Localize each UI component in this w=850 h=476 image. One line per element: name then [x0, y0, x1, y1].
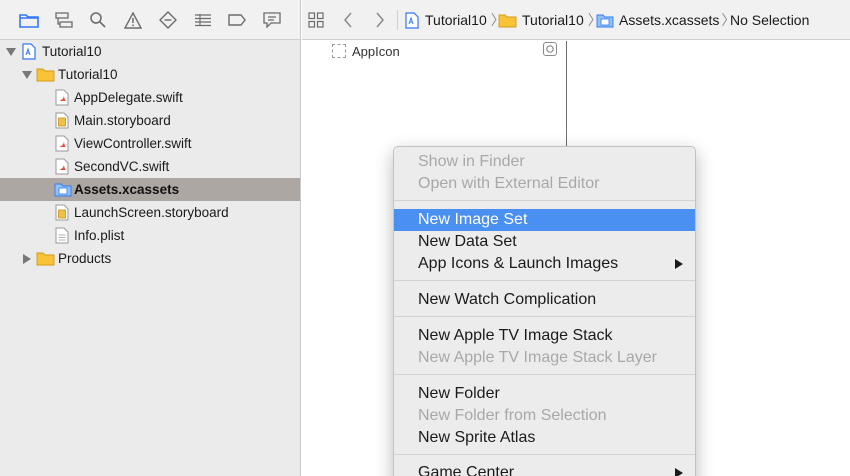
breadcrumb-label: Assets.xcassets — [619, 12, 720, 28]
app-icon-placeholder-icon — [332, 44, 346, 58]
tree-row-file[interactable]: SecondVC.swift — [0, 155, 300, 178]
breadcrumb-label: No Selection — [730, 12, 810, 28]
menu-item-new-apple-tv-image-stack-layer[interactable]: New Apple TV Image Stack Layer — [394, 347, 695, 369]
menu-item-new-folder-from-selection[interactable]: New Folder from Selection — [394, 405, 695, 427]
menu-item-show-in-finder[interactable]: Show in Finder — [394, 151, 695, 173]
asset-item-label: AppIcon — [352, 43, 400, 59]
tree-item-label: Tutorial10 — [42, 44, 102, 59]
menu-item-new-image-set[interactable]: New Image Set — [394, 209, 695, 231]
navigator-toolbar — [0, 0, 300, 40]
context-menu: Show in Finder Open with External Editor… — [393, 146, 696, 476]
menu-item-label: App Icons & Launch Images — [418, 255, 619, 272]
tree-item-label: Assets.xcassets — [74, 182, 180, 197]
project-icon — [22, 43, 37, 60]
asset-catalog-icon — [54, 182, 72, 197]
menu-separator — [394, 316, 695, 317]
tree-item-label: ViewController.swift — [74, 136, 192, 151]
menu-item-app-icons-launch-images[interactable]: App Icons & Launch Images — [394, 253, 695, 275]
menu-item-new-watch-complication[interactable]: New Watch Complication — [394, 289, 695, 311]
project-icon — [405, 11, 419, 29]
asset-list-item[interactable]: AppIcon — [332, 42, 400, 60]
storyboard-file-icon — [55, 204, 70, 221]
folder-icon[interactable] — [17, 8, 41, 32]
asset-options-icon[interactable] — [543, 42, 557, 56]
breadcrumb-selection[interactable]: No Selection — [730, 0, 809, 40]
breadcrumb-project[interactable]: Tutorial10 〉 — [405, 0, 505, 40]
tree-row-file[interactable]: LaunchScreen.storyboard — [0, 201, 300, 224]
search-icon[interactable] — [86, 8, 110, 32]
back-arrow-icon[interactable] — [343, 0, 353, 40]
menu-item-game-center[interactable]: Game Center — [394, 462, 695, 476]
disclosure-closed-icon[interactable] — [22, 253, 32, 264]
tree-item-label: SecondVC.swift — [74, 159, 170, 174]
disclosure-open-icon[interactable] — [22, 70, 32, 80]
disclosure-open-icon[interactable] — [6, 47, 16, 57]
project-navigator: Tutorial10 Tutorial10 AppDelegate.swift … — [0, 0, 301, 476]
menu-item-new-folder[interactable]: New Folder — [394, 383, 695, 405]
tree-item-label: Main.storyboard — [74, 113, 171, 128]
tree-row-group[interactable]: Tutorial10 — [0, 63, 300, 86]
tree-row-file[interactable]: Main.storyboard — [0, 109, 300, 132]
breakpoint-icon[interactable] — [225, 8, 249, 32]
tree-row-project[interactable]: Tutorial10 — [0, 40, 300, 63]
jump-bar: Tutorial10 〉 Tutorial10 〉 Assets.xcasset… — [302, 0, 850, 40]
hierarchy-icon[interactable] — [52, 8, 76, 32]
related-items-icon[interactable] — [308, 0, 324, 40]
folder-icon — [36, 251, 55, 266]
asset-catalog-icon — [596, 13, 614, 28]
tree-item-label: Tutorial10 — [58, 67, 118, 82]
tree-row-file-selected[interactable]: Assets.xcassets — [0, 178, 300, 201]
menu-item-open-external-editor[interactable]: Open with External Editor — [394, 173, 695, 195]
tree-item-label: LaunchScreen.storyboard — [74, 205, 229, 220]
breadcrumb-asset-catalog[interactable]: Assets.xcassets 〉 — [596, 0, 735, 40]
swift-file-icon — [55, 135, 70, 152]
tree-row-group[interactable]: Products — [0, 247, 300, 270]
tree-row-file[interactable]: ViewController.swift — [0, 132, 300, 155]
plist-file-icon — [55, 227, 70, 244]
report-icon[interactable] — [260, 8, 284, 32]
folder-icon — [498, 13, 517, 28]
menu-separator — [394, 374, 695, 375]
breadcrumb-label: Tutorial10 — [425, 12, 487, 28]
menu-item-new-apple-tv-image-stack[interactable]: New Apple TV Image Stack — [394, 325, 695, 347]
tree-row-file[interactable]: AppDelegate.swift — [0, 86, 300, 109]
forward-arrow-icon[interactable] — [375, 0, 385, 40]
breadcrumb-group[interactable]: Tutorial10 〉 — [498, 0, 602, 40]
submenu-arrow-icon — [675, 259, 683, 269]
menu-item-new-sprite-atlas[interactable]: New Sprite Atlas — [394, 427, 695, 449]
submenu-arrow-icon — [675, 468, 683, 476]
warning-icon[interactable] — [121, 8, 145, 32]
jumpbar-divider — [397, 10, 398, 30]
test-icon[interactable] — [191, 8, 215, 32]
breadcrumb-label: Tutorial10 — [522, 12, 584, 28]
diamond-icon[interactable] — [156, 8, 180, 32]
tree-item-label: Products — [58, 251, 112, 266]
tree-row-file[interactable]: Info.plist — [0, 224, 300, 247]
menu-item-new-data-set[interactable]: New Data Set — [394, 231, 695, 253]
menu-separator — [394, 280, 695, 281]
swift-file-icon — [55, 89, 70, 106]
folder-icon — [36, 67, 55, 82]
tree-item-label: Info.plist — [74, 228, 125, 243]
tree-item-label: AppDelegate.swift — [74, 90, 183, 105]
swift-file-icon — [55, 158, 70, 175]
menu-separator — [394, 454, 695, 455]
menu-item-label: Game Center — [418, 464, 515, 476]
menu-separator — [394, 200, 695, 201]
storyboard-file-icon — [55, 112, 70, 129]
